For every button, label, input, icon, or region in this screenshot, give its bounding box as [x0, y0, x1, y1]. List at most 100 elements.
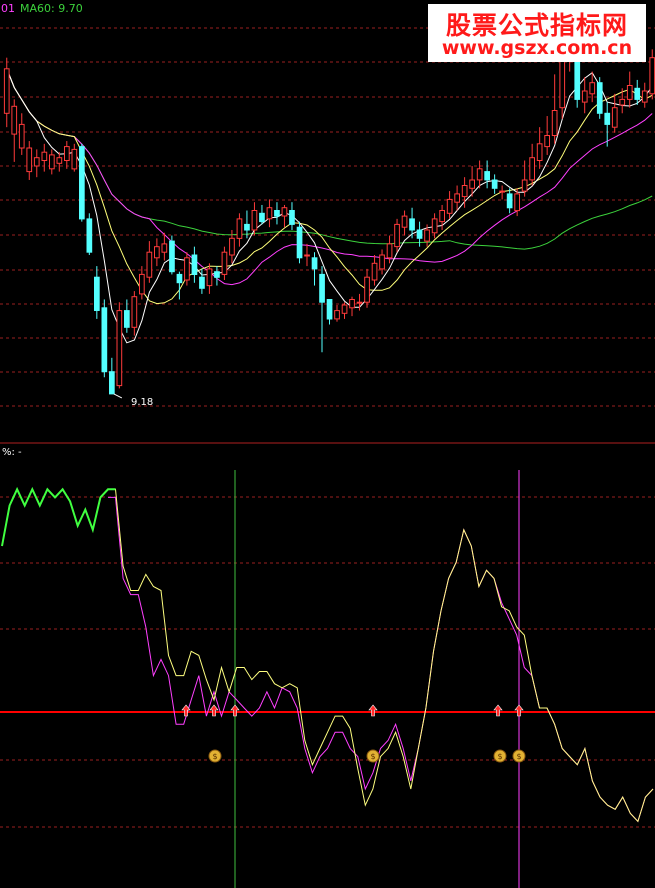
buy-arrow-4 [493, 704, 503, 717]
candle-body [18, 123, 25, 149]
candle-body [521, 179, 528, 192]
candle-65 [491, 174, 498, 194]
candle-12 [94, 266, 100, 319]
candle-body [236, 218, 243, 239]
candle-body [491, 179, 498, 189]
candle-body [619, 98, 626, 106]
candle-body [161, 243, 168, 253]
candle-body [499, 190, 505, 193]
candle-83 [626, 71, 633, 108]
candle-body [79, 146, 85, 220]
candle-77 [581, 77, 588, 114]
candle-67 [506, 188, 513, 214]
candle-body [184, 257, 190, 281]
candle-body [439, 210, 445, 223]
candle-86 [649, 49, 655, 100]
candle-body [371, 262, 378, 281]
candle-body [154, 246, 160, 259]
candle-body [341, 304, 348, 314]
candle-14 [109, 357, 115, 395]
candle-72 [544, 116, 550, 155]
indicator-yellow-line [1, 488, 654, 823]
candle-body [311, 257, 318, 270]
ma20-line [6, 68, 653, 286]
ma60-label: MA60: 9.70 [20, 2, 83, 15]
candle-6 [49, 149, 55, 175]
indicator-magenta-line [108, 496, 654, 823]
candle-46 [349, 296, 355, 317]
candle-2 [18, 113, 25, 155]
candle-body [649, 57, 655, 95]
candle-body [116, 310, 123, 387]
candle-70 [529, 143, 535, 186]
candle-43 [326, 299, 333, 325]
candle-15 [116, 302, 123, 389]
candle-29 [221, 246, 228, 280]
candle-body [356, 301, 363, 304]
candle-body [386, 243, 393, 259]
candle-body [296, 226, 303, 259]
candle-body [401, 215, 408, 228]
candle-40 [304, 243, 310, 267]
watermark-url: www.gszx.com.cn [441, 37, 633, 59]
candle-body [476, 168, 483, 181]
candle-33 [251, 202, 258, 236]
candle-body [259, 212, 265, 223]
candle-45 [341, 302, 348, 319]
candle-19 [146, 241, 153, 283]
candle-85 [641, 82, 648, 108]
candle-27 [206, 263, 213, 294]
candle-13 [101, 299, 108, 378]
candle-53 [401, 210, 408, 236]
candle-body [484, 171, 490, 181]
candle-body [589, 82, 596, 95]
candle-body [191, 254, 198, 275]
candle-body [229, 237, 235, 256]
candle-3 [26, 141, 33, 180]
candle-82 [619, 88, 626, 114]
buy-arrow-1 [209, 704, 219, 717]
money-bag-icon-1: $ [366, 749, 380, 763]
indicator-green-line [1, 486, 116, 547]
candle-body [146, 251, 153, 278]
candle-body [544, 135, 550, 148]
candle-body [56, 157, 63, 164]
stock-chart[interactable]: $ $ $ $ [0, 0, 655, 888]
candle-body [289, 210, 295, 225]
money-bag-glyph: $ [212, 752, 217, 761]
money-bag-icon-3: $ [512, 749, 526, 763]
candle-body [206, 268, 213, 287]
money-bag-icon-2: $ [493, 749, 507, 763]
candle-48 [364, 268, 370, 308]
candle-body [11, 105, 18, 135]
candle-71 [536, 127, 543, 169]
candle-10 [79, 143, 85, 222]
candle-39 [296, 221, 303, 264]
candle-38 [289, 202, 295, 230]
buy-arrow-3 [368, 704, 378, 717]
candle-23 [176, 271, 183, 300]
candle-36 [274, 202, 280, 225]
candle-body [551, 110, 558, 136]
candle-body [86, 218, 93, 253]
low-annotation-pointer [113, 393, 123, 399]
candle-body [101, 307, 108, 373]
candle-body [469, 179, 475, 189]
candle-body [574, 57, 581, 100]
candle-body [394, 223, 400, 248]
candle-body [26, 147, 33, 173]
candle-body [214, 271, 220, 278]
period-label: 01 [1, 2, 15, 15]
candle-37 [281, 204, 288, 228]
candle-body [176, 273, 183, 284]
candle-0 [3, 57, 10, 128]
indicator-label: %: - [2, 447, 22, 458]
candle-body [604, 112, 611, 125]
candle-body [514, 193, 520, 212]
candle-body [281, 207, 288, 217]
candle-24 [184, 252, 190, 286]
candle-body [139, 273, 145, 295]
candle-body [409, 218, 415, 231]
candle-body [71, 148, 78, 170]
candle-body [581, 90, 588, 103]
